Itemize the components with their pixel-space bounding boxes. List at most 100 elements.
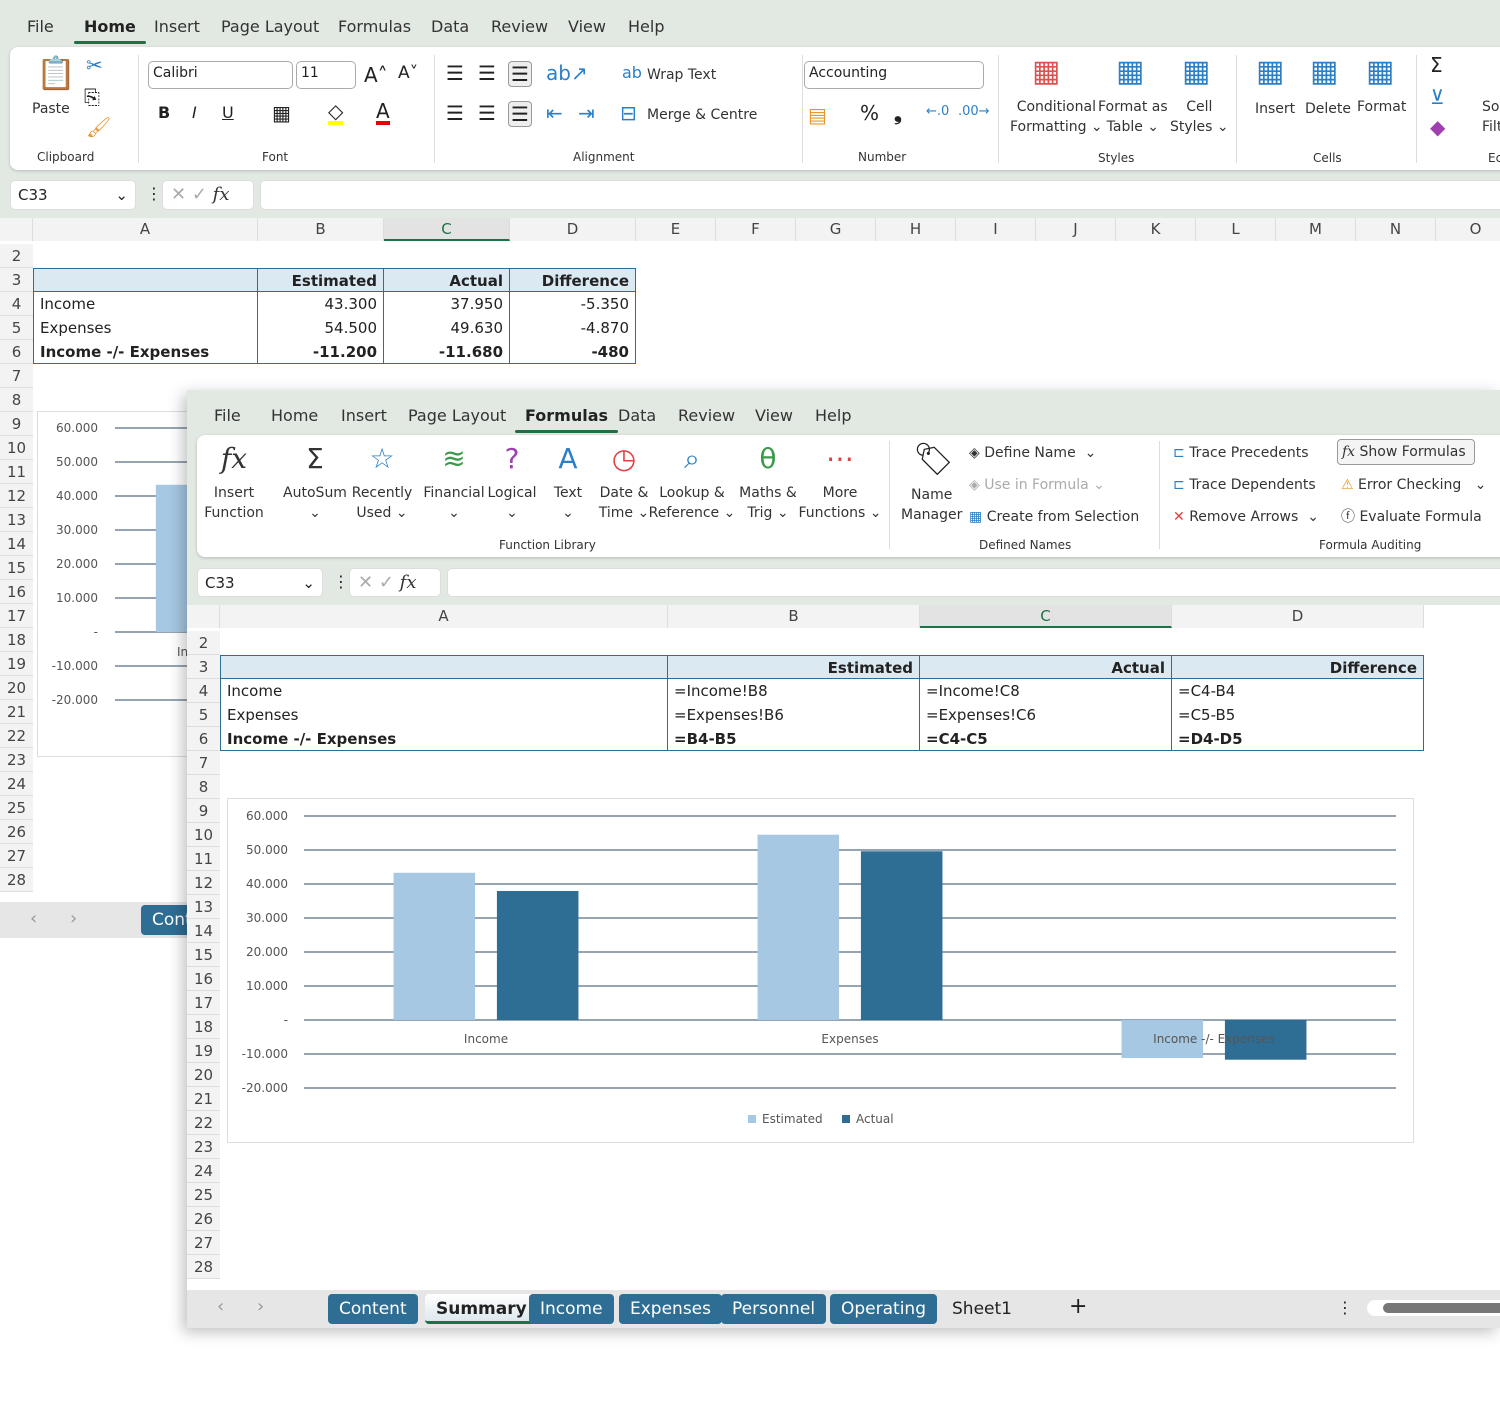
- increase-decimal-icon[interactable]: ←.0: [926, 105, 949, 118]
- table-header-cell[interactable]: Actual: [920, 655, 1172, 679]
- format-cells-button[interactable]: Format: [1357, 97, 1406, 117]
- create-from-selection-button[interactable]: ▦ Create from Selection: [969, 507, 1139, 527]
- trace-precedents-button[interactable]: ⊏ Trace Precedents: [1173, 443, 1309, 463]
- select-all-corner[interactable]: [187, 605, 220, 628]
- underline-button[interactable]: U: [222, 105, 234, 121]
- column-header-I[interactable]: I: [956, 218, 1036, 241]
- autosum-icon[interactable]: Σ: [1430, 55, 1443, 75]
- accounting-format-icon[interactable]: ▤: [808, 105, 827, 125]
- sheet-tab-summary[interactable]: Summary: [425, 1294, 538, 1324]
- table-cell[interactable]: =C4-B4: [1172, 679, 1424, 703]
- decrease-indent-icon[interactable]: ⇤: [546, 103, 563, 123]
- row-header-22[interactable]: 22: [187, 1111, 220, 1135]
- column-header-N[interactable]: N: [1356, 218, 1436, 241]
- row-header-9[interactable]: 9: [0, 412, 33, 436]
- row-header-19[interactable]: 19: [187, 1039, 220, 1063]
- row-header-21[interactable]: 21: [187, 1087, 220, 1111]
- merge-icon[interactable]: ⊟: [620, 103, 637, 123]
- row-header-19[interactable]: 19: [0, 652, 33, 676]
- scroll-right-icon[interactable]: ›: [70, 908, 77, 929]
- align-center-icon[interactable]: ☰: [478, 103, 496, 123]
- paste-icon[interactable]: 📋: [36, 57, 76, 89]
- menu-view[interactable]: View: [568, 17, 606, 36]
- table-cell[interactable]: Income -/- Expenses: [33, 340, 258, 364]
- table-header-cell[interactable]: [33, 268, 258, 292]
- row-header-13[interactable]: 13: [0, 508, 33, 532]
- table-header-cell[interactable]: [220, 655, 668, 679]
- row-header-10[interactable]: 10: [187, 823, 220, 847]
- scroll-left-icon[interactable]: ‹: [217, 1296, 224, 1317]
- column-header-A[interactable]: A: [33, 218, 258, 241]
- format-as-table-button[interactable]: Format as Table ⌄: [1098, 97, 1168, 137]
- remove-arrows-button[interactable]: ✕ Remove Arrows ⌄: [1173, 507, 1319, 527]
- column-header-A[interactable]: A: [220, 605, 668, 628]
- insert-function-icon[interactable]: fx: [213, 184, 230, 205]
- row-header-25[interactable]: 25: [187, 1183, 220, 1207]
- function-button-logical[interactable]: ? Logical ⌄: [481, 435, 543, 535]
- show-formulas-button[interactable]: fx Show Formulas: [1337, 439, 1475, 465]
- menu-formulas[interactable]: Formulas: [514, 406, 619, 433]
- row-header-8[interactable]: 8: [0, 388, 33, 412]
- clear-icon[interactable]: ◆: [1430, 117, 1445, 137]
- row-header-5[interactable]: 5: [0, 316, 33, 340]
- row-header-16[interactable]: 16: [0, 580, 33, 604]
- row-header-28[interactable]: 28: [0, 868, 33, 892]
- select-all-corner[interactable]: [0, 218, 33, 241]
- conditional-formatting-icon[interactable]: ▦: [1032, 57, 1060, 87]
- row-header-20[interactable]: 20: [187, 1063, 220, 1087]
- table-header-cell[interactable]: Actual: [384, 268, 510, 292]
- italic-button[interactable]: I: [192, 105, 197, 121]
- row-header-15[interactable]: 15: [0, 556, 33, 580]
- format-as-table-icon[interactable]: ▦: [1116, 57, 1144, 87]
- row-header-16[interactable]: 16: [187, 967, 220, 991]
- table-header-cell[interactable]: Difference: [510, 268, 636, 292]
- name-manager-button[interactable]: Name Manager: [901, 485, 962, 525]
- fill-icon[interactable]: ⊻: [1430, 87, 1445, 107]
- cell-styles-icon[interactable]: ▦: [1182, 57, 1210, 87]
- menu-home[interactable]: Home: [271, 406, 318, 425]
- menu-insert[interactable]: Insert: [341, 406, 387, 425]
- row-header-10[interactable]: 10: [0, 436, 33, 460]
- table-cell[interactable]: =B4-B5: [668, 727, 920, 751]
- paste-button[interactable]: Paste: [32, 99, 70, 119]
- table-cell[interactable]: -4.870: [510, 316, 636, 340]
- trace-dependents-button[interactable]: ⊏ Trace Dependents: [1173, 475, 1316, 495]
- table-cell[interactable]: =C5-B5: [1172, 703, 1424, 727]
- table-cell[interactable]: =C4-C5: [920, 727, 1172, 751]
- row-header-11[interactable]: 11: [187, 847, 220, 871]
- row-header-6[interactable]: 6: [187, 727, 220, 751]
- add-sheet-button[interactable]: +: [1069, 1294, 1087, 1319]
- table-cell[interactable]: Expenses: [220, 703, 668, 727]
- decrease-font-icon[interactable]: A˅: [398, 65, 418, 82]
- row-header-17[interactable]: 17: [0, 604, 33, 628]
- evaluate-formula-button[interactable]: ⓕ Evaluate Formula: [1341, 507, 1482, 527]
- align-bottom-icon[interactable]: ☰: [508, 61, 532, 87]
- function-button-lookup[interactable]: ⌕ Lookup & Reference ⌄: [649, 435, 736, 535]
- row-header-27[interactable]: 27: [187, 1231, 220, 1255]
- error-checking-button[interactable]: ⚠ Error Checking ⌄: [1341, 475, 1486, 495]
- row-header-26[interactable]: 26: [187, 1207, 220, 1231]
- borders-icon[interactable]: ▦: [272, 103, 291, 123]
- column-header-H[interactable]: H: [876, 218, 956, 241]
- align-middle-icon[interactable]: ☰: [478, 63, 496, 83]
- wrap-text-button[interactable]: Wrap Text: [647, 65, 716, 85]
- merge-centre-button[interactable]: Merge & Centre: [647, 105, 757, 125]
- table-cell[interactable]: Expenses: [33, 316, 258, 340]
- menu-help[interactable]: Help: [815, 406, 851, 425]
- menu-data[interactable]: Data: [431, 17, 469, 36]
- sort-filter-button[interactable]: So Filt: [1482, 97, 1500, 137]
- row-header-20[interactable]: 20: [0, 676, 33, 700]
- name-box[interactable]: C33 ⌄: [10, 180, 136, 210]
- cell-styles-button[interactable]: Cell Styles ⌄: [1170, 97, 1229, 137]
- function-button-recently[interactable]: ☆ Recently Used ⌄: [347, 435, 417, 535]
- column-header-G[interactable]: G: [796, 218, 876, 241]
- sheet-tab-content[interactable]: Content: [328, 1294, 418, 1324]
- table-cell[interactable]: Income: [220, 679, 668, 703]
- table-cell[interactable]: 54.500: [258, 316, 384, 340]
- column-header-O[interactable]: O: [1436, 218, 1500, 241]
- row-header-23[interactable]: 23: [0, 748, 33, 772]
- font-color-icon[interactable]: A: [376, 101, 390, 125]
- row-header-4[interactable]: 4: [187, 679, 220, 703]
- cut-icon[interactable]: ✂: [86, 55, 103, 75]
- cancel-icon[interactable]: ✕: [171, 184, 186, 205]
